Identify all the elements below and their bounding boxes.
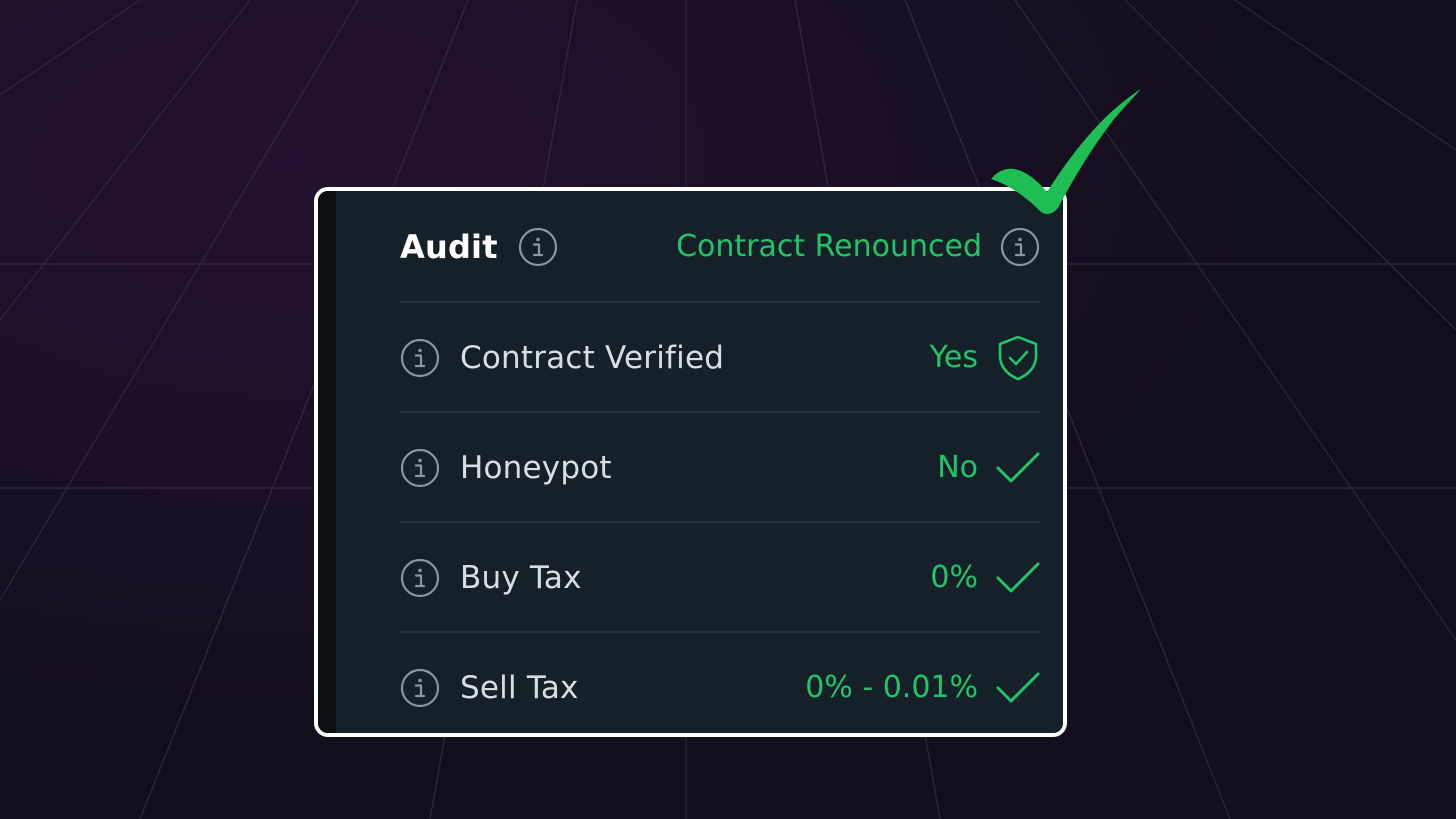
audit-card: Audit Contract Renounced Contract Verifi… <box>314 187 1067 737</box>
row-value: No <box>937 450 978 485</box>
row-label: Buy Tax <box>460 559 582 596</box>
card-body: Audit Contract Renounced Contract Verifi… <box>336 191 1063 733</box>
info-icon[interactable] <box>400 558 440 598</box>
row-value: 0% <box>930 560 978 595</box>
info-icon[interactable] <box>518 227 558 267</box>
shield-check-icon <box>996 335 1040 380</box>
row-value: 0% - 0.01% <box>805 670 978 705</box>
audit-header-row: Audit Contract Renounced <box>400 191 1040 302</box>
info-icon[interactable] <box>400 668 440 708</box>
contract-renounced-status: Contract Renounced <box>676 229 982 264</box>
info-icon[interactable] <box>400 448 440 488</box>
row-label: Sell Tax <box>460 669 579 706</box>
card-left-strip <box>318 191 336 733</box>
row-value: Yes <box>929 340 978 375</box>
row-label: Contract Verified <box>460 339 725 376</box>
info-icon[interactable] <box>1000 227 1040 267</box>
audit-row-sell-tax: Sell Tax 0% - 0.01% <box>400 631 1040 733</box>
audit-title: Audit <box>400 227 498 266</box>
check-icon <box>996 446 1040 490</box>
audit-row-buy-tax: Buy Tax 0% <box>400 521 1040 632</box>
check-icon <box>996 666 1040 710</box>
info-icon[interactable] <box>400 338 440 378</box>
check-icon <box>996 556 1040 600</box>
audit-row-contract-verified: Contract Verified Yes <box>400 301 1040 412</box>
audit-row-honeypot: Honeypot No <box>400 411 1040 522</box>
verified-checkmark-icon <box>991 89 1141 214</box>
row-label: Honeypot <box>460 449 612 486</box>
